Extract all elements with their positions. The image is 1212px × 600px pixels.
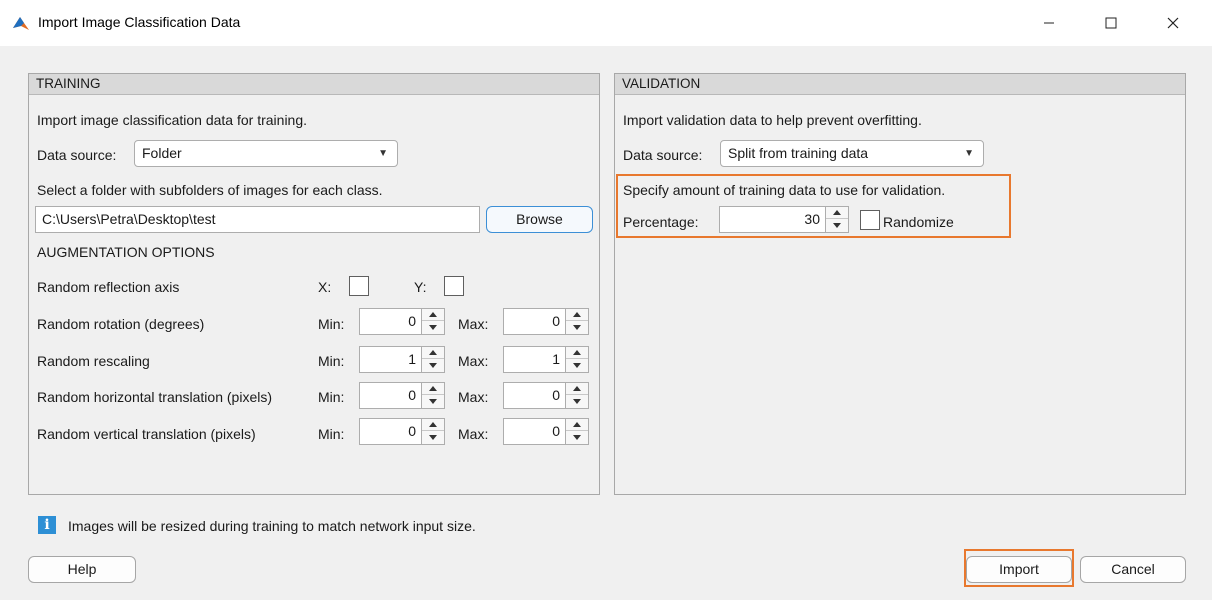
vertical-translation-min-value: 0	[408, 423, 416, 439]
rescaling-min-label: Min:	[318, 353, 345, 369]
vertical-translation-min-label: Min:	[318, 426, 345, 442]
validation-header: VALIDATION	[615, 74, 1185, 95]
validation-data-source-value: Split from training data	[728, 145, 869, 161]
training-panel: TRAINING Import image classification dat…	[28, 73, 600, 495]
reflection-y-label: Y:	[414, 279, 427, 295]
reflection-x-label: X:	[318, 279, 332, 295]
increment-icon[interactable]	[566, 347, 588, 359]
chevron-down-icon: ▼	[964, 148, 974, 159]
rotation-max-value: 0	[552, 313, 560, 329]
minimize-icon[interactable]	[1026, 0, 1072, 46]
horizontal-translation-min-stepper[interactable]: 0	[359, 382, 445, 409]
decrement-icon[interactable]	[422, 395, 444, 407]
horizontal-translation-label: Random horizontal translation (pixels)	[37, 389, 272, 405]
chevron-down-icon: ▼	[378, 148, 388, 159]
increment-icon[interactable]	[422, 383, 444, 395]
augmentation-header: AUGMENTATION OPTIONS	[37, 244, 215, 260]
maximize-icon[interactable]	[1088, 0, 1134, 46]
increment-icon[interactable]	[422, 419, 444, 431]
browse-button[interactable]: Browse	[486, 206, 593, 233]
rescaling-min-stepper[interactable]: 1	[359, 346, 445, 373]
validation-intro: Import validation data to help prevent o…	[623, 112, 922, 128]
decrement-icon[interactable]	[566, 321, 588, 333]
increment-icon[interactable]	[566, 419, 588, 431]
rescaling-min-value: 1	[408, 351, 416, 367]
validation-data-source-label: Data source:	[623, 147, 703, 163]
vertical-translation-max-label: Max:	[458, 426, 489, 442]
vertical-translation-max-stepper[interactable]: 0	[503, 418, 589, 445]
rotation-min-value: 0	[408, 313, 416, 329]
training-data-source-value: Folder	[142, 145, 182, 161]
decrement-icon[interactable]	[422, 321, 444, 333]
training-intro: Import image classification data for tra…	[37, 112, 308, 128]
info-icon: i	[38, 516, 56, 534]
reflection-label: Random reflection axis	[37, 279, 180, 295]
horizontal-translation-max-stepper[interactable]: 0	[503, 382, 589, 409]
vertical-translation-min-stepper[interactable]: 0	[359, 418, 445, 445]
rotation-label: Random rotation (degrees)	[37, 316, 205, 332]
rotation-max-stepper[interactable]: 0	[503, 308, 589, 335]
folder-instruction: Select a folder with subfolders of image…	[37, 182, 383, 198]
close-icon[interactable]	[1150, 0, 1196, 46]
training-data-source-label: Data source:	[37, 147, 117, 163]
horizontal-translation-max-value: 0	[552, 387, 560, 403]
increment-icon[interactable]	[566, 309, 588, 321]
reflection-x-checkbox[interactable]	[349, 276, 369, 296]
validation-data-source-dropdown[interactable]: Split from training data ▼	[720, 140, 984, 167]
help-button[interactable]: Help	[28, 556, 136, 583]
cancel-button[interactable]: Cancel	[1080, 556, 1186, 583]
rescaling-max-label: Max:	[458, 353, 489, 369]
training-header: TRAINING	[29, 74, 599, 95]
rescaling-max-stepper[interactable]: 1	[503, 346, 589, 373]
folder-path-input[interactable]: C:\Users\Petra\Desktop\test	[35, 206, 480, 233]
decrement-icon[interactable]	[566, 359, 588, 371]
reflection-y-checkbox[interactable]	[444, 276, 464, 296]
rescaling-max-value: 1	[552, 351, 560, 367]
horizontal-translation-max-label: Max:	[458, 389, 489, 405]
rotation-max-label: Max:	[458, 316, 489, 332]
matlab-logo-icon	[13, 17, 29, 30]
vertical-translation-max-value: 0	[552, 423, 560, 439]
window-title: Import Image Classification Data	[38, 14, 241, 30]
folder-path-value: C:\Users\Petra\Desktop\test	[42, 211, 216, 227]
validation-panel: VALIDATION Import validation data to hel…	[614, 73, 1186, 495]
decrement-icon[interactable]	[566, 395, 588, 407]
horizontal-translation-min-label: Min:	[318, 389, 345, 405]
vertical-translation-label: Random vertical translation (pixels)	[37, 426, 256, 442]
training-data-source-dropdown[interactable]: Folder ▼	[134, 140, 398, 167]
increment-icon[interactable]	[422, 309, 444, 321]
increment-icon[interactable]	[566, 383, 588, 395]
decrement-icon[interactable]	[422, 431, 444, 443]
horizontal-translation-min-value: 0	[408, 387, 416, 403]
title-bar: Import Image Classification Data	[0, 0, 1212, 46]
import-highlight	[964, 549, 1074, 587]
decrement-icon[interactable]	[566, 431, 588, 443]
rotation-min-label: Min:	[318, 316, 345, 332]
decrement-icon[interactable]	[422, 359, 444, 371]
increment-icon[interactable]	[422, 347, 444, 359]
rotation-min-stepper[interactable]: 0	[359, 308, 445, 335]
info-message: Images will be resized during training t…	[68, 518, 476, 534]
rescaling-label: Random rescaling	[37, 353, 150, 369]
split-settings-highlight	[616, 174, 1011, 238]
